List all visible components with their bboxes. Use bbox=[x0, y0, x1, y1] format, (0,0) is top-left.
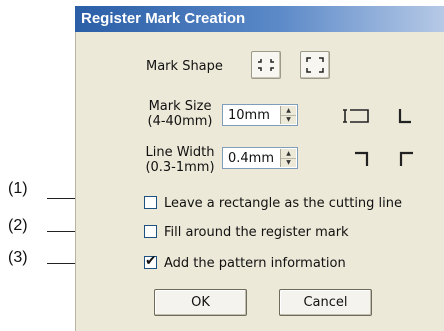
line-width-stepper[interactable]: 0.4mm ▲ ▼ bbox=[222, 147, 298, 169]
dialog-titlebar[interactable]: Register Mark Creation bbox=[75, 6, 444, 32]
callout-3: (3) bbox=[8, 249, 28, 266]
size-dimension-icon bbox=[343, 109, 369, 123]
mark-size-label-line1: Mark Size bbox=[148, 99, 212, 114]
ok-button[interactable]: OK bbox=[154, 289, 247, 316]
mark-size-label-line2: (4-40mm) bbox=[147, 114, 213, 129]
shape-option-corner-brackets[interactable] bbox=[300, 51, 330, 79]
callout-1: (1) bbox=[8, 180, 28, 197]
mark-size-stepper[interactable]: 10mm ▲ ▼ bbox=[222, 104, 298, 126]
shape-option-inward-ticks[interactable] bbox=[251, 51, 281, 79]
mark-size-value: 10mm bbox=[228, 108, 270, 123]
checkbox-fill-around[interactable] bbox=[144, 225, 157, 238]
corner-mark-top-right-icon bbox=[355, 151, 369, 166]
checkbox-leave-rectangle[interactable] bbox=[144, 196, 157, 209]
checkbox-add-pattern-info-label[interactable]: Add the pattern information bbox=[164, 256, 346, 271]
mark-shape-label: Mark Shape bbox=[146, 59, 223, 74]
callout-2: (2) bbox=[8, 217, 28, 234]
line-width-spin-arrows: ▲ ▼ bbox=[280, 149, 296, 167]
corner-ticks-inward-icon bbox=[258, 59, 274, 71]
mark-size-down-button[interactable]: ▼ bbox=[281, 115, 296, 124]
mark-size-spin-arrows: ▲ ▼ bbox=[280, 106, 296, 124]
line-width-value: 0.4mm bbox=[228, 151, 275, 166]
corner-mark-top-left-icon bbox=[399, 151, 413, 166]
checkbox-leave-rectangle-label[interactable]: Leave a rectangle as the cutting line bbox=[164, 196, 402, 211]
cancel-button[interactable]: Cancel bbox=[279, 289, 372, 316]
checkbox-add-pattern-info[interactable]: ✔ bbox=[144, 253, 157, 269]
dialog-title: Register Mark Creation bbox=[81, 10, 246, 27]
line-width-down-button[interactable]: ▼ bbox=[281, 158, 296, 167]
line-width-label-line2: (0.3-1mm) bbox=[145, 160, 215, 175]
line-width-label-line1: Line Width bbox=[145, 145, 215, 160]
checkmark-icon: ✔ bbox=[145, 253, 157, 269]
checkbox-fill-around-label[interactable]: Fill around the register mark bbox=[164, 225, 349, 240]
mark-size-label: Mark Size (4-40mm) bbox=[140, 99, 220, 129]
corner-mark-bottom-left-icon bbox=[398, 109, 411, 124]
line-width-label: Line Width (0.3-1mm) bbox=[140, 145, 220, 175]
corner-brackets-icon bbox=[306, 57, 324, 73]
